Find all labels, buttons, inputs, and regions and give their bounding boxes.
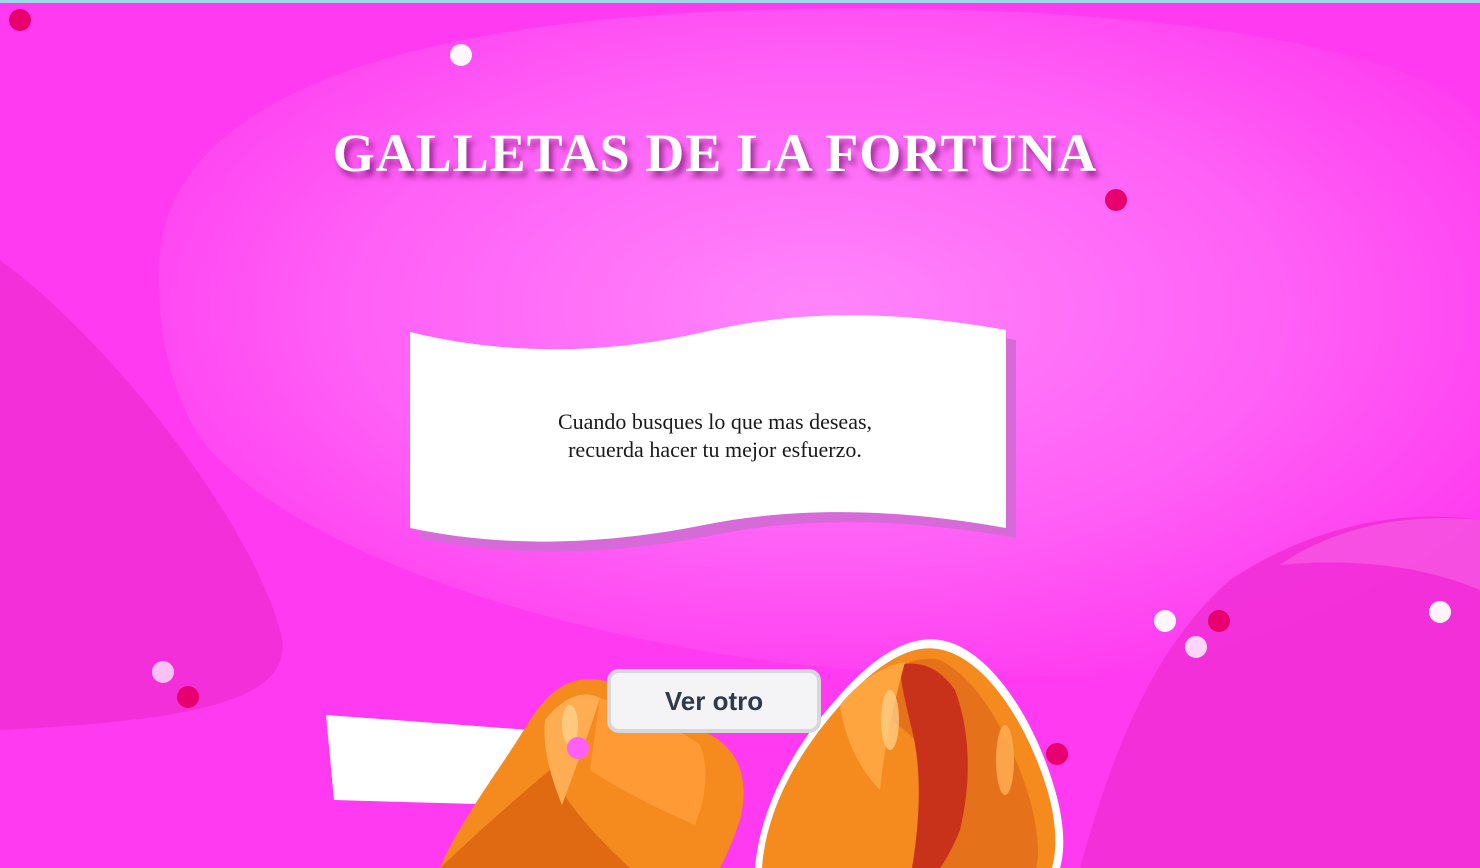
page-title: GALLETAS DE LA FORTUNA	[332, 123, 1098, 183]
decor-dot	[1208, 610, 1230, 632]
see-another-button[interactable]: Ver otro	[607, 669, 821, 733]
decor-dot	[1185, 636, 1207, 658]
fortune-line-2: recuerda hacer tu mejor esfuerzo.	[568, 437, 862, 462]
decor-dot	[9, 9, 31, 31]
top-border-line	[0, 0, 1480, 3]
decor-dot	[177, 686, 199, 708]
decor-dot	[1105, 189, 1127, 211]
fortune-cookies-illustration	[326, 639, 1064, 868]
fortune-message: Cuando busques lo que mas deseas, recuer…	[460, 408, 970, 464]
decor-dot	[450, 44, 472, 66]
decor-dot	[1154, 610, 1176, 632]
decor-dot	[1429, 601, 1451, 623]
decor-dot	[152, 661, 174, 683]
fortune-line-1: Cuando busques lo que mas deseas,	[557, 409, 873, 434]
